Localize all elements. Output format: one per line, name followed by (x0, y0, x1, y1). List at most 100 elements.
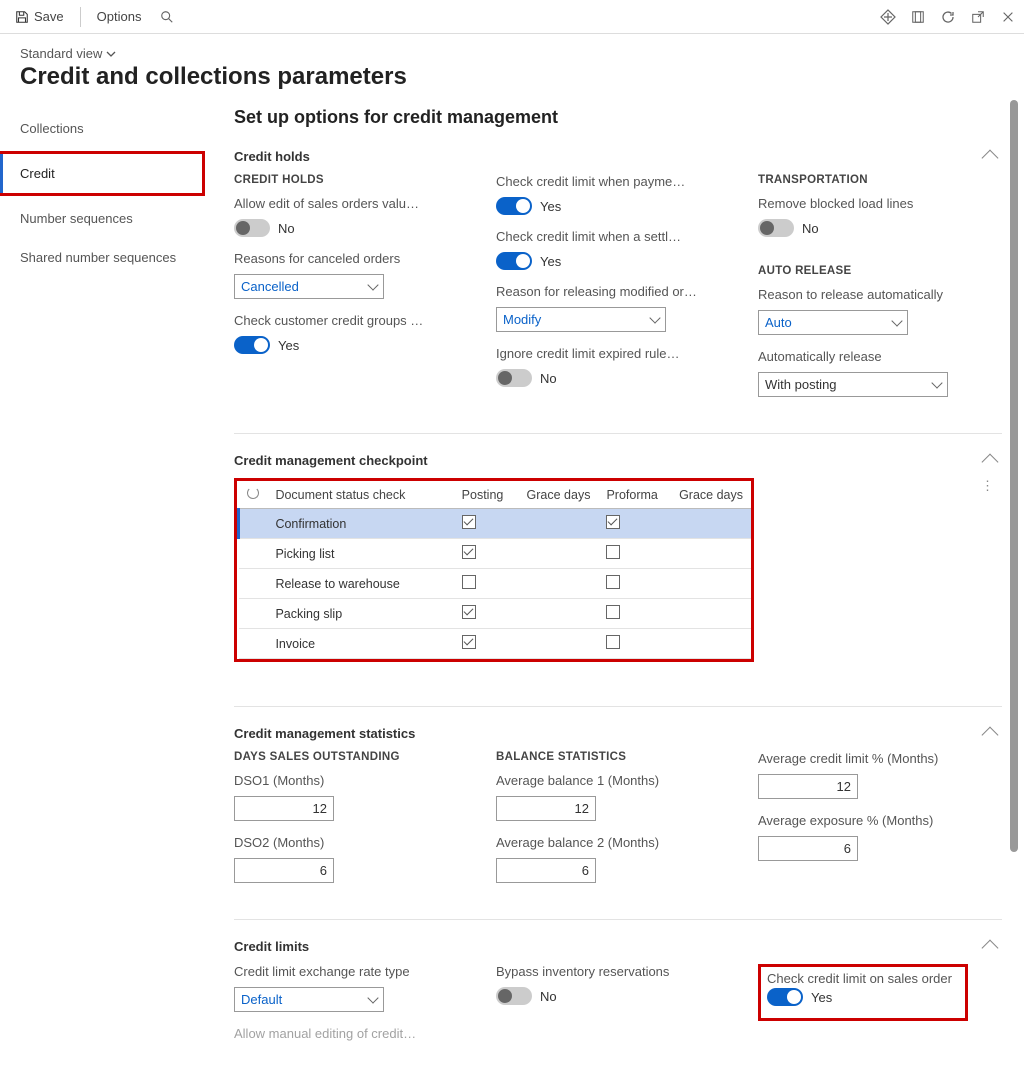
col-grace2[interactable]: Grace days (668, 481, 751, 509)
table-row[interactable]: Packing slip (239, 599, 752, 629)
label-avg1: Average balance 1 (Months) (496, 773, 740, 788)
dropdown-reason-release[interactable]: Modify (496, 307, 666, 332)
label-check-so: Check credit limit on sales order (767, 971, 959, 986)
options-button[interactable]: Options (91, 7, 148, 26)
save-button[interactable]: Save (8, 7, 70, 27)
toggle-check-so[interactable] (767, 988, 803, 1006)
input-avg2[interactable]: 6 (496, 858, 596, 883)
office-icon[interactable] (910, 9, 926, 25)
toggle-allow-edit[interactable] (234, 219, 270, 237)
fasttab-header-stats[interactable]: Credit management statistics (234, 721, 1002, 751)
subheading-auto-release: AUTO RELEASE (758, 265, 1002, 277)
chevron-down-icon (367, 279, 378, 290)
table-row[interactable]: Invoice (239, 629, 752, 659)
options-label: Options (97, 9, 142, 24)
fasttab-stats: Credit management statistics DAYS SALES … (234, 721, 1002, 905)
col-grace1[interactable]: Grace days (516, 481, 599, 509)
fasttab-header-limits[interactable]: Credit limits (234, 934, 1002, 964)
dropdown-reasons-cancelled[interactable]: Cancelled (234, 274, 384, 299)
chevron-down-icon (649, 312, 660, 323)
chevron-down-icon (931, 377, 942, 388)
input-avglimit[interactable]: 12 (758, 774, 858, 799)
checkpoint-grid-highlight: Document status check Posting Grace days… (234, 478, 754, 662)
refresh-icon[interactable] (247, 487, 259, 499)
table-row[interactable]: Picking list (239, 539, 752, 569)
label-dso1: DSO1 (Months) (234, 773, 478, 788)
checkbox-proforma[interactable] (606, 575, 620, 589)
toggle-check-payme[interactable] (496, 197, 532, 215)
label-avglimit: Average credit limit % (Months) (758, 751, 1002, 766)
nav-collections[interactable]: Collections (0, 109, 220, 148)
checkbox-posting[interactable] (462, 545, 476, 559)
subheading-balance: BALANCE STATISTICS (496, 751, 740, 763)
label-reasons-cancelled: Reasons for canceled orders (234, 251, 478, 266)
fasttab-checkpoint: Credit management checkpoint Document st… (234, 448, 1002, 676)
checkbox-proforma[interactable] (606, 515, 620, 529)
checkbox-posting[interactable] (462, 635, 476, 649)
subheading-transport: TRANSPORTATION (758, 174, 1002, 186)
dropdown-auto-release[interactable]: With posting (758, 372, 948, 397)
input-dso2[interactable]: 6 (234, 858, 334, 883)
fasttab-credit-holds: Credit holds CREDIT HOLDS Allow edit of … (234, 144, 1002, 419)
annotation-highlight: Check credit limit on sales order Yes (758, 964, 968, 1021)
chevron-up-icon (982, 150, 999, 167)
checkbox-proforma[interactable] (606, 545, 620, 559)
refresh-icon[interactable] (940, 9, 956, 25)
input-dso1[interactable]: 12 (234, 796, 334, 821)
toggle-check-settl[interactable] (496, 252, 532, 270)
input-avg1[interactable]: 12 (496, 796, 596, 821)
label-avgexp: Average exposure % (Months) (758, 813, 1002, 828)
label-check-settl: Check credit limit when a settl… (496, 229, 740, 244)
checkbox-proforma[interactable] (606, 635, 620, 649)
grid-more-icon[interactable]: ⋮ (973, 478, 1002, 494)
checkbox-posting[interactable] (462, 515, 476, 529)
save-icon (14, 9, 30, 25)
label-ignore-expired: Ignore credit limit expired rule… (496, 346, 740, 361)
diamond-icon[interactable] (880, 9, 896, 25)
label-bypass: Bypass inventory reservations (496, 964, 740, 979)
toggle-ignore-expired[interactable] (496, 369, 532, 387)
label-reason-auto: Reason to release automatically (758, 287, 1002, 302)
search-button[interactable] (153, 7, 181, 27)
fasttab-header-checkpoint[interactable]: Credit management checkpoint (234, 448, 1002, 478)
side-nav: Collections Credit Number sequences Shar… (0, 99, 220, 1089)
checkpoint-grid: Document status check Posting Grace days… (237, 481, 751, 659)
chevron-up-icon (982, 727, 999, 744)
checkbox-posting[interactable] (462, 605, 476, 619)
dropdown-reason-auto[interactable]: Auto (758, 310, 908, 335)
toggle-check-groups[interactable] (234, 336, 270, 354)
label-check-groups: Check customer credit groups … (234, 313, 478, 328)
toggle-bypass[interactable] (496, 987, 532, 1005)
page-header: Standard view Credit and collections par… (0, 34, 1024, 99)
input-avgexp[interactable]: 6 (758, 836, 858, 861)
popout-icon[interactable] (970, 9, 986, 25)
nav-shared-number-sequences[interactable]: Shared number sequences (0, 238, 220, 277)
checkbox-proforma[interactable] (606, 605, 620, 619)
label-rate-type: Credit limit exchange rate type (234, 964, 478, 979)
chevron-down-icon (106, 49, 116, 59)
table-row[interactable]: Confirmation (239, 509, 752, 539)
col-proforma[interactable]: Proforma (598, 481, 668, 509)
page-title: Credit and collections parameters (20, 63, 1004, 91)
col-posting[interactable]: Posting (454, 481, 516, 509)
nav-credit[interactable]: Credit (0, 154, 202, 193)
col-doc[interactable]: Document status check (267, 481, 453, 509)
chevron-down-icon (367, 992, 378, 1003)
section-title: Set up options for credit management (234, 107, 1002, 128)
fasttab-header-credit-holds[interactable]: Credit holds (234, 144, 1002, 174)
toggle-remove-blocked[interactable] (758, 219, 794, 237)
table-row[interactable]: Release to warehouse (239, 569, 752, 599)
view-selector[interactable]: Standard view (20, 46, 116, 61)
nav-number-sequences[interactable]: Number sequences (0, 199, 220, 238)
toolbar-divider (80, 7, 81, 27)
main-panel: Set up options for credit management Cre… (220, 99, 1024, 1089)
chevron-up-icon (982, 940, 999, 957)
subheading-credit-holds: CREDIT HOLDS (234, 174, 478, 186)
label-allow-manual: Allow manual editing of credit… (234, 1026, 478, 1041)
save-label: Save (34, 9, 64, 24)
close-icon[interactable] (1000, 9, 1016, 25)
label-check-payme: Check credit limit when payme… (496, 174, 740, 189)
dropdown-rate-type[interactable]: Default (234, 987, 384, 1012)
checkbox-posting[interactable] (462, 575, 476, 589)
label-allow-edit: Allow edit of sales orders valu… (234, 196, 478, 211)
